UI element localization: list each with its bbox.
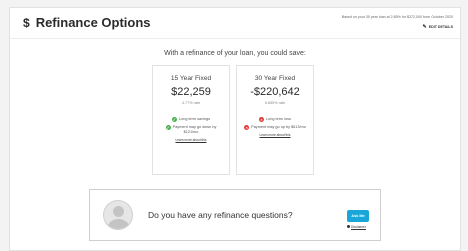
page-title-text: Refinance Options [35, 15, 151, 30]
avatar-shoulders [108, 219, 129, 229]
option-type: 30 Year Fixed [254, 75, 296, 82]
close-icon: × [259, 117, 265, 122]
option-rate: 5.655% rate [264, 101, 286, 105]
edit-details-button[interactable]: ✎ EDIT DETAILS [423, 24, 454, 30]
pencil-icon: ✎ [422, 24, 427, 30]
edit-details-label: EDIT DETAILS [428, 25, 453, 29]
questions-box: Do you have any refinance questions? Ask… [89, 189, 381, 241]
payment-text: Payment may go up by $613/mo [251, 125, 306, 129]
learn-more-link[interactable]: Learn more about this [153, 138, 229, 142]
payment-indicator: ✓ Payment may go down by $121/mo [160, 125, 222, 135]
refinance-card: $ Refinance Options Based on your 30 year… [9, 7, 461, 251]
savings-headline: With a refinance of your loan, you could… [164, 50, 306, 57]
payment-text: Payment may go down by $121/mo [172, 125, 217, 134]
option-card-30yr: 30 Year Fixed -$220,642 5.655% rate × Lon… [236, 65, 314, 175]
disclaimer-label: Disclaimer [351, 225, 366, 229]
card-header: $ Refinance Options Based on your 30 year… [10, 8, 460, 39]
questions-prompt: Do you have any refinance questions? [148, 210, 293, 220]
page-title: $ Refinance Options [23, 15, 151, 30]
option-rate: 4.77% rate [181, 101, 201, 105]
avatar-head [113, 206, 124, 217]
option-savings-amount: -$220,642 [250, 86, 300, 98]
term-indicator: ✓ Long term savings [153, 117, 229, 122]
payment-indicator: × Payment may go up by $613/mo [244, 125, 306, 130]
option-savings-amount: $22,259 [171, 86, 211, 98]
option-card-15yr: 15 Year Fixed $22,259 4.77% rate ✓ Long t… [152, 65, 230, 175]
info-icon [347, 225, 350, 228]
check-icon: ✓ [165, 125, 171, 130]
learn-more-link[interactable]: Learn more about this [237, 133, 313, 137]
term-indicator: × Long term loss [237, 117, 313, 122]
disclaimer-link[interactable]: Disclaimer [347, 225, 366, 229]
option-type: 15 Year Fixed [170, 75, 212, 82]
ask-me-button[interactable]: Ask Me [347, 210, 369, 222]
term-text: Long term loss [266, 117, 291, 121]
term-text: Long term savings [178, 117, 211, 121]
close-icon: × [244, 125, 250, 130]
loan-info: Based on your 30 year loan at 2.85% for … [341, 15, 453, 19]
avatar-icon [103, 200, 133, 230]
check-icon: ✓ [171, 117, 177, 122]
dollar-icon: $ [23, 16, 30, 30]
